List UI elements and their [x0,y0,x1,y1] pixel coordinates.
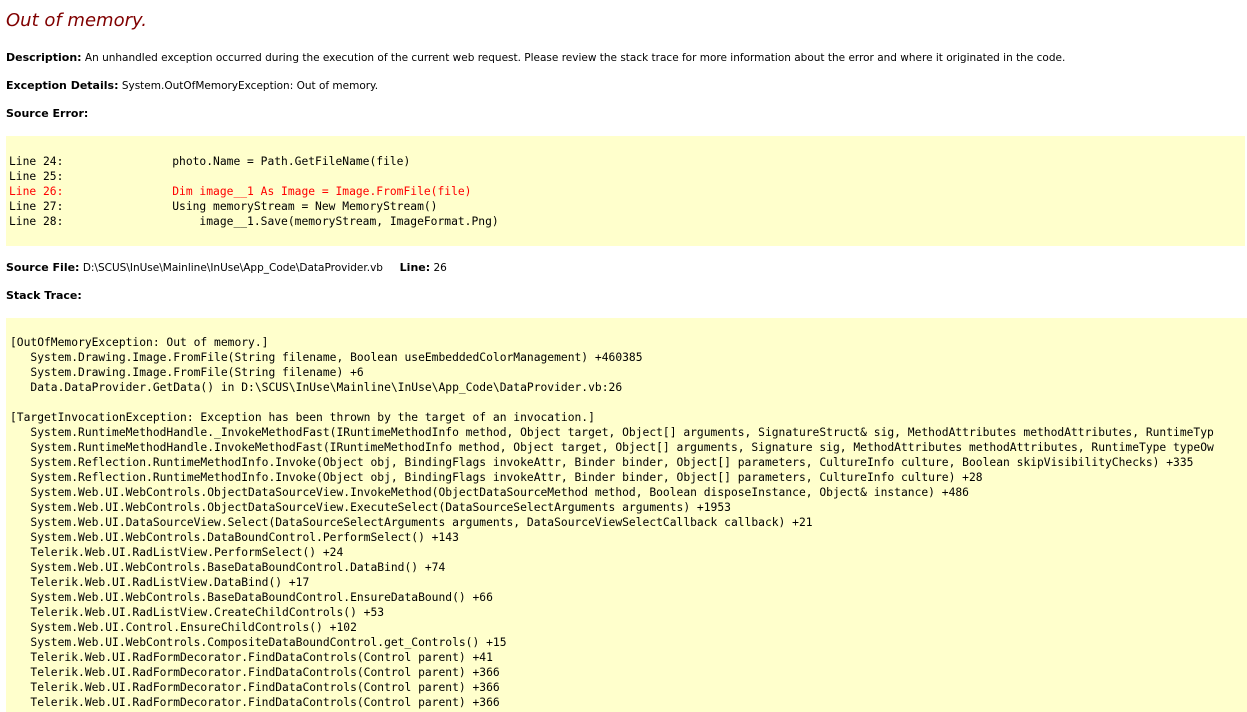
stack-trace-line: [OutOfMemoryException: Out of memory.] [10,336,269,349]
stack-trace-heading: Stack Trace: [6,289,82,303]
source-line-number: 26 [433,262,447,274]
stack-trace-line [10,395,1247,410]
description-row: Description: An unhandled exception occu… [6,51,1065,65]
stack-trace-line: System.Web.UI.WebControls.BaseDataBoundC… [10,591,493,604]
stack-trace-line: System.Drawing.Image.FromFile(String fil… [10,366,364,379]
source-line: Line 25: [9,170,64,183]
source-file-row: Source File: D:\SCUS\InUse\Mainline\InUs… [6,261,447,275]
exception-details-text: System.OutOfMemoryException: Out of memo… [121,80,379,92]
stack-trace-line: System.Web.UI.WebControls.CompositeDataB… [10,636,507,649]
source-line: Line 28: image__1.Save(memoryStream, Ima… [9,215,499,228]
source-file-path: D:\SCUS\InUse\Mainline\InUse\App_Code\Da… [82,262,383,274]
source-line-error: Line 26: Dim image__1 As Image = Image.F… [9,185,472,198]
stack-trace-line: System.Web.UI.WebControls.DataBoundContr… [10,531,459,544]
stack-trace-line: System.Web.UI.WebControls.ObjectDataSour… [10,501,731,514]
stack-trace-line: Telerik.Web.UI.RadFormDecorator.FindData… [10,651,493,664]
source-error-code: Line 24: photo.Name = Path.GetFileName(f… [6,136,1245,229]
stack-trace-line: System.Web.UI.Control.EnsureChildControl… [10,621,357,634]
description-label: Description: [6,51,82,64]
stack-trace-line: System.RuntimeMethodHandle._InvokeMethod… [10,426,1214,439]
source-line: Line 27: Using memoryStream = New Memory… [9,200,438,213]
stack-trace-line: System.Web.UI.WebControls.ObjectDataSour… [10,486,969,499]
stack-trace-line: Telerik.Web.UI.RadListView.DataBind() +1… [10,576,310,589]
stack-trace-box: [OutOfMemoryException: Out of memory.] S… [6,318,1247,712]
description-text: An unhandled exception occurred during t… [84,52,1066,64]
stack-trace-line: Telerik.Web.UI.RadFormDecorator.FindData… [10,681,500,694]
stack-trace-line: Telerik.Web.UI.RadListView.CreateChildCo… [10,606,385,619]
stack-trace-line: Telerik.Web.UI.RadFormDecorator.FindData… [10,666,500,679]
stack-trace-line: Telerik.Web.UI.RadFormDecorator.FindData… [10,696,500,709]
stack-trace-line: Telerik.Web.UI.RadListView.PerformSelect… [10,546,344,559]
source-error-box: Line 24: photo.Name = Path.GetFileName(f… [6,136,1245,246]
stack-trace-line: Data.DataProvider.GetData() in D:\SCUS\I… [10,381,623,394]
stack-trace-code: [OutOfMemoryException: Out of memory.] S… [6,318,1247,710]
stack-trace-line: System.Web.UI.DataSourceView.Select(Data… [10,516,813,529]
stack-trace-line: System.Web.UI.WebControls.BaseDataBoundC… [10,561,446,574]
exception-details-label: Exception Details: [6,79,119,92]
source-file-label: Source File: [6,261,80,274]
source-line: Line 24: photo.Name = Path.GetFileName(f… [9,155,411,168]
stack-trace-line: System.Drawing.Image.FromFile(String fil… [10,351,643,364]
stack-trace-line: System.Reflection.RuntimeMethodInfo.Invo… [10,471,983,484]
exception-details-row: Exception Details: System.OutOfMemoryExc… [6,79,378,93]
page-title: Out of memory. [6,10,147,31]
stack-trace-line: System.RuntimeMethodHandle.InvokeMethodF… [10,441,1214,454]
source-error-label: Source Error: [6,107,89,120]
source-line-label: Line: [399,261,431,274]
source-error-heading: Source Error: [6,107,88,121]
stack-trace-line: [TargetInvocationException: Exception ha… [10,411,595,424]
stack-trace-line: System.Reflection.RuntimeMethodInfo.Invo… [10,456,1194,469]
stack-trace-label: Stack Trace: [6,289,82,302]
